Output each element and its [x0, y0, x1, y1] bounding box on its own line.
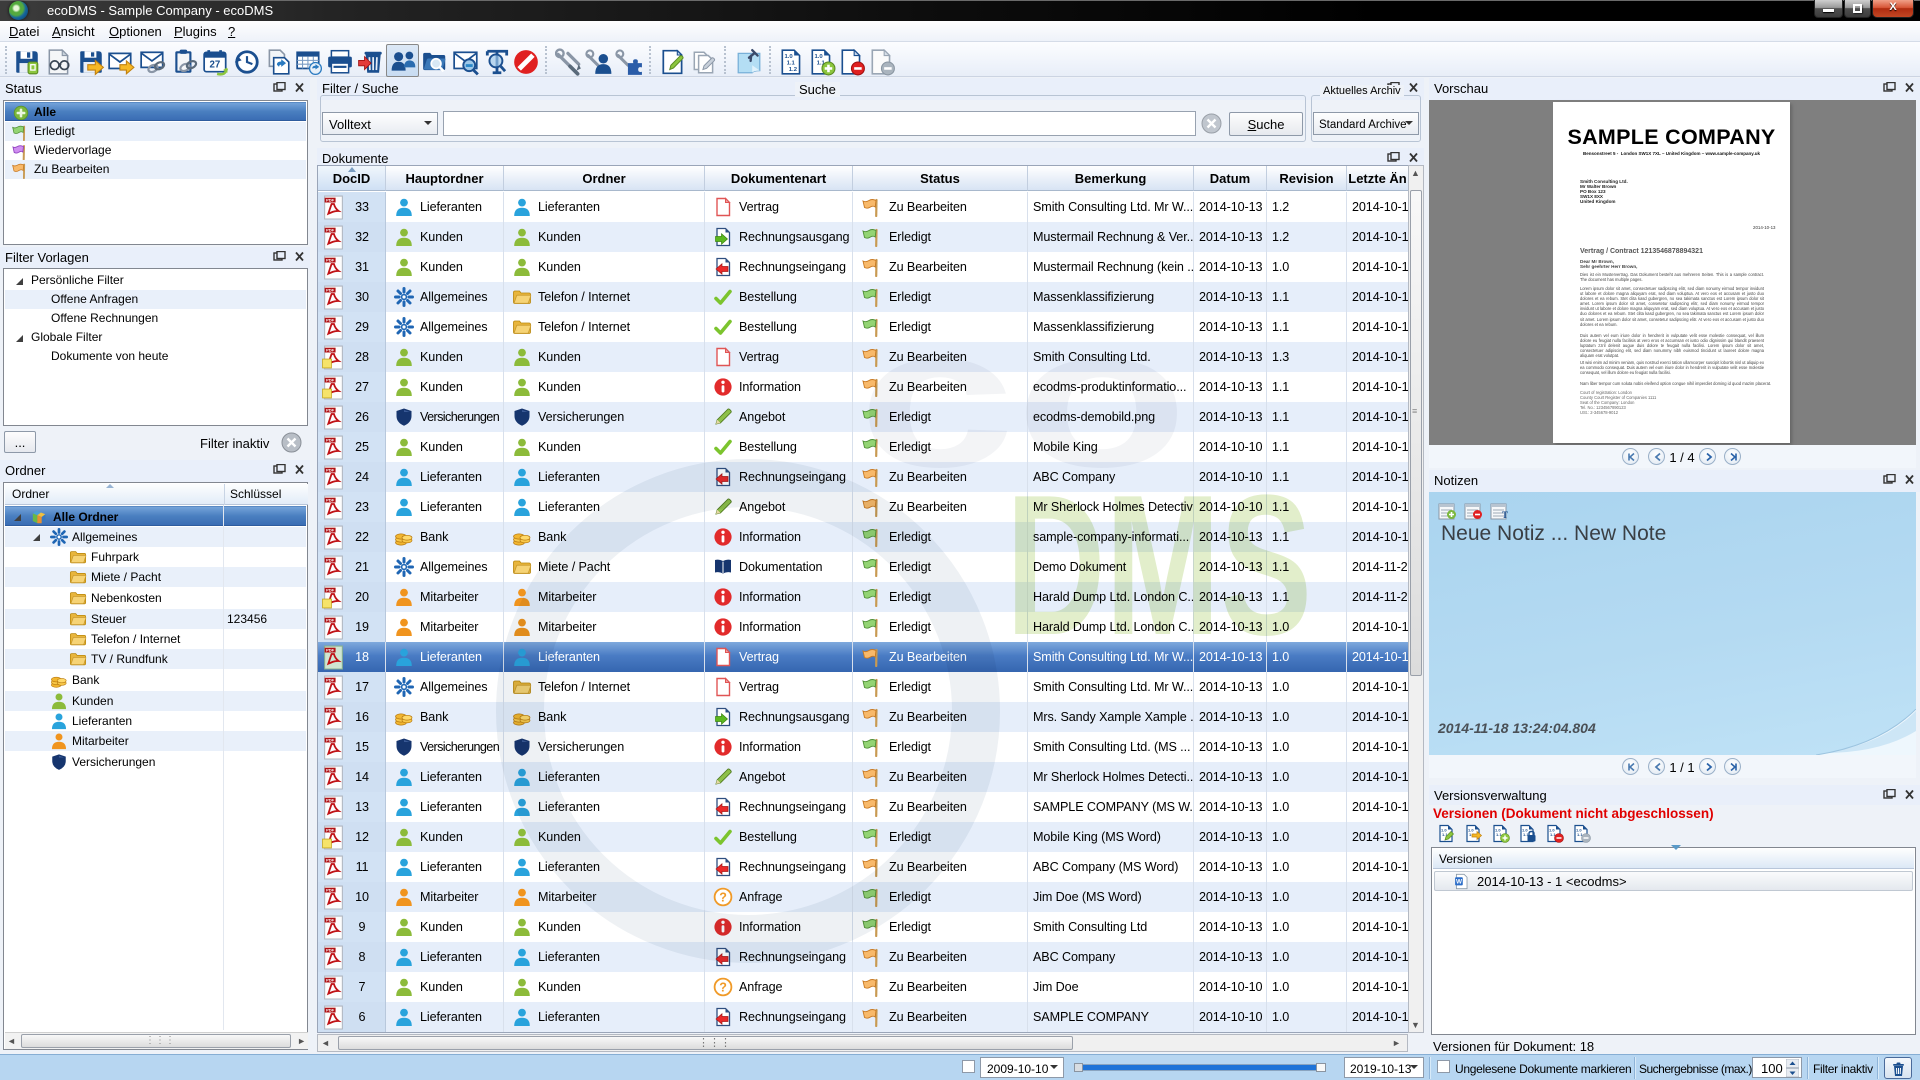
- svg-text:1.0: 1.0: [784, 54, 793, 60]
- svg-text:27: 27: [210, 59, 221, 70]
- svg-text:T: T: [1502, 510, 1508, 520]
- svg-text:1.0: 1.0: [814, 54, 823, 60]
- svg-text:1.2: 1.2: [789, 67, 798, 73]
- svg-text:1.1: 1.1: [787, 61, 796, 67]
